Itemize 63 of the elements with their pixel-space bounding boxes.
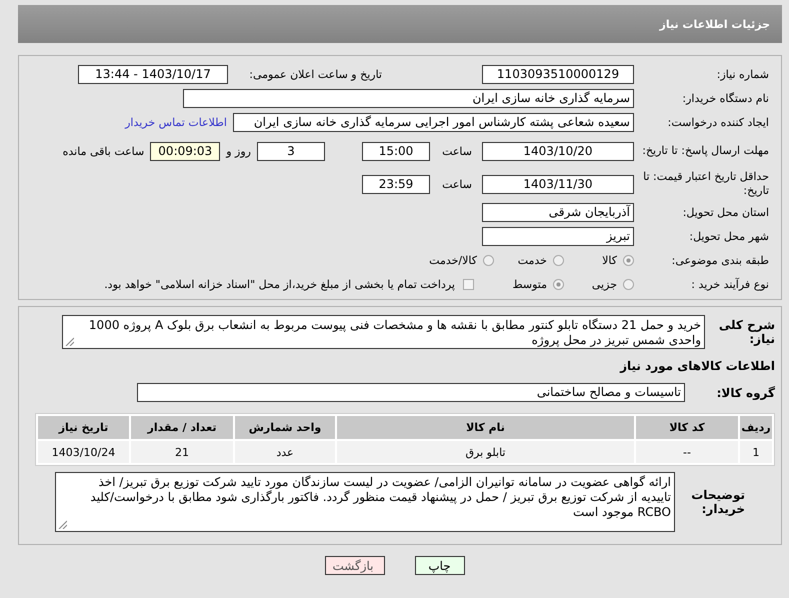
days-field: 3 xyxy=(257,142,325,160)
resize-grip-icon xyxy=(58,520,67,529)
table-cell: 21 xyxy=(131,441,233,463)
radio-label: خدمت xyxy=(516,254,548,267)
resize-grip-icon xyxy=(65,337,74,346)
table-cell: 1 xyxy=(740,441,772,463)
remaining-time-field: 00:09:03 xyxy=(150,142,220,160)
column-header: تاریخ نیاز xyxy=(38,416,129,439)
page-title: جزئیات اطلاعات نیاز xyxy=(660,18,770,30)
back-button[interactable]: بازگشت xyxy=(324,556,384,575)
time-label: ساعت xyxy=(441,144,473,158)
buyer-contact-link[interactable]: اطلاعات تماس خریدار xyxy=(125,116,233,129)
field-label: طبقه بندی موضوعی: xyxy=(670,254,769,267)
deadline-time-field: 15:00 xyxy=(362,142,430,160)
table-cell: -- xyxy=(636,441,738,463)
column-header: نام کالا xyxy=(337,416,634,439)
radio-label: متوسط xyxy=(511,278,548,291)
field-label: گروه کالا: xyxy=(716,386,776,400)
validity-date-field: 1403/11/30 xyxy=(482,174,634,194)
field-label: حداقل تاریخ اعتبار قیمت: تا تاریخ: xyxy=(642,170,769,198)
time-label: ساعت xyxy=(441,178,473,190)
column-header: تعداد / مقدار xyxy=(131,416,233,439)
announce-date-field: 1403/10/17 - 13:44 xyxy=(78,65,228,84)
field-label: ایجاد کننده درخواست: xyxy=(666,116,769,129)
table-cell: عدد xyxy=(235,441,335,463)
radio-button[interactable] xyxy=(483,255,494,266)
city-field: تبریز xyxy=(482,227,634,246)
radio-button[interactable] xyxy=(623,279,634,290)
radio-button[interactable] xyxy=(623,255,634,266)
validity-time-field: 23:59 xyxy=(362,174,430,194)
checkbox[interactable] xyxy=(463,279,474,290)
buyer-field: سرمایه گذاری خانه سازی ایران xyxy=(183,89,634,108)
checkbox-label: پرداخت تمام یا بخشی از مبلغ خرید،از محل "اسناد خزانه اسلامی" خواهد بود. xyxy=(103,278,456,291)
radio-button[interactable] xyxy=(553,279,564,290)
table-cell: 1403/10/24 xyxy=(38,441,129,463)
radio-label: کالا/خدمت xyxy=(428,254,478,267)
province-field: آذربایجان شرقی xyxy=(482,203,634,222)
field-label: نام دستگاه خریدار: xyxy=(681,92,769,105)
goods-group-field: تاسیسات و مصالح ساختمانی xyxy=(137,383,685,402)
section-title: اطلاعات کالاهای مورد نیاز xyxy=(620,358,776,372)
column-header: کد کالا xyxy=(636,416,738,439)
radio-label: کالا xyxy=(601,254,618,267)
column-header: ردیف xyxy=(740,416,772,439)
days-label: روز و xyxy=(224,144,252,158)
column-header: واحد شمارش xyxy=(235,416,335,439)
field-label: توضیحات خریدار: xyxy=(690,488,746,516)
field-label: شهر محل تحویل: xyxy=(688,230,769,243)
radio-button[interactable] xyxy=(553,255,564,266)
table-cell: تابلو برق xyxy=(337,441,634,463)
remaining-label: ساعت باقی مانده xyxy=(62,144,146,158)
field-label: تاریخ و ساعت اعلان عمومی: xyxy=(248,68,382,81)
field-label: مهلت ارسال پاسخ: تا تاریخ: xyxy=(641,144,769,158)
field-label: شرح کلی نیاز: xyxy=(718,318,776,346)
description-textarea[interactable]: خرید و حمل 21 دستگاه تابلو کنتور مطابق با نقشه ها و مشخصات فنی پیوست مربوط به انشعاب برق بلوک A پروژه 1000 واحدی شمس تبریز در محل پروژه xyxy=(62,315,705,349)
print-button[interactable]: چاپ xyxy=(414,556,464,575)
deadline-date-field: 1403/10/20 xyxy=(482,142,634,160)
buyer-notes-textarea[interactable]: ارائه گواهی عضویت در سامانه توانیران الزامی/ عضویت در لیست سازندگان مورد تایید شرکت توزیع برق تبریز/ اخذ تاییدیه از شرکت توزیع برق تبریز / حمل در پیشنهاد قیمت منظور گردد. فاکتور بارگذاری شود مطابق با درخواست/کلید RCBO موجود است xyxy=(55,472,675,532)
field-label: نوع فرآیند خرید : xyxy=(690,278,769,291)
field-label: شماره نیاز: xyxy=(716,68,769,81)
need-number-field: 1103093510000129 xyxy=(482,65,634,84)
radio-label: جزیی xyxy=(590,278,618,291)
creator-field: سعیده شعاعی پشته کارشناس امور اجرایی سرمایه گذاری خانه سازی ایران xyxy=(233,113,634,132)
field-label: استان محل تحویل: xyxy=(682,206,769,219)
